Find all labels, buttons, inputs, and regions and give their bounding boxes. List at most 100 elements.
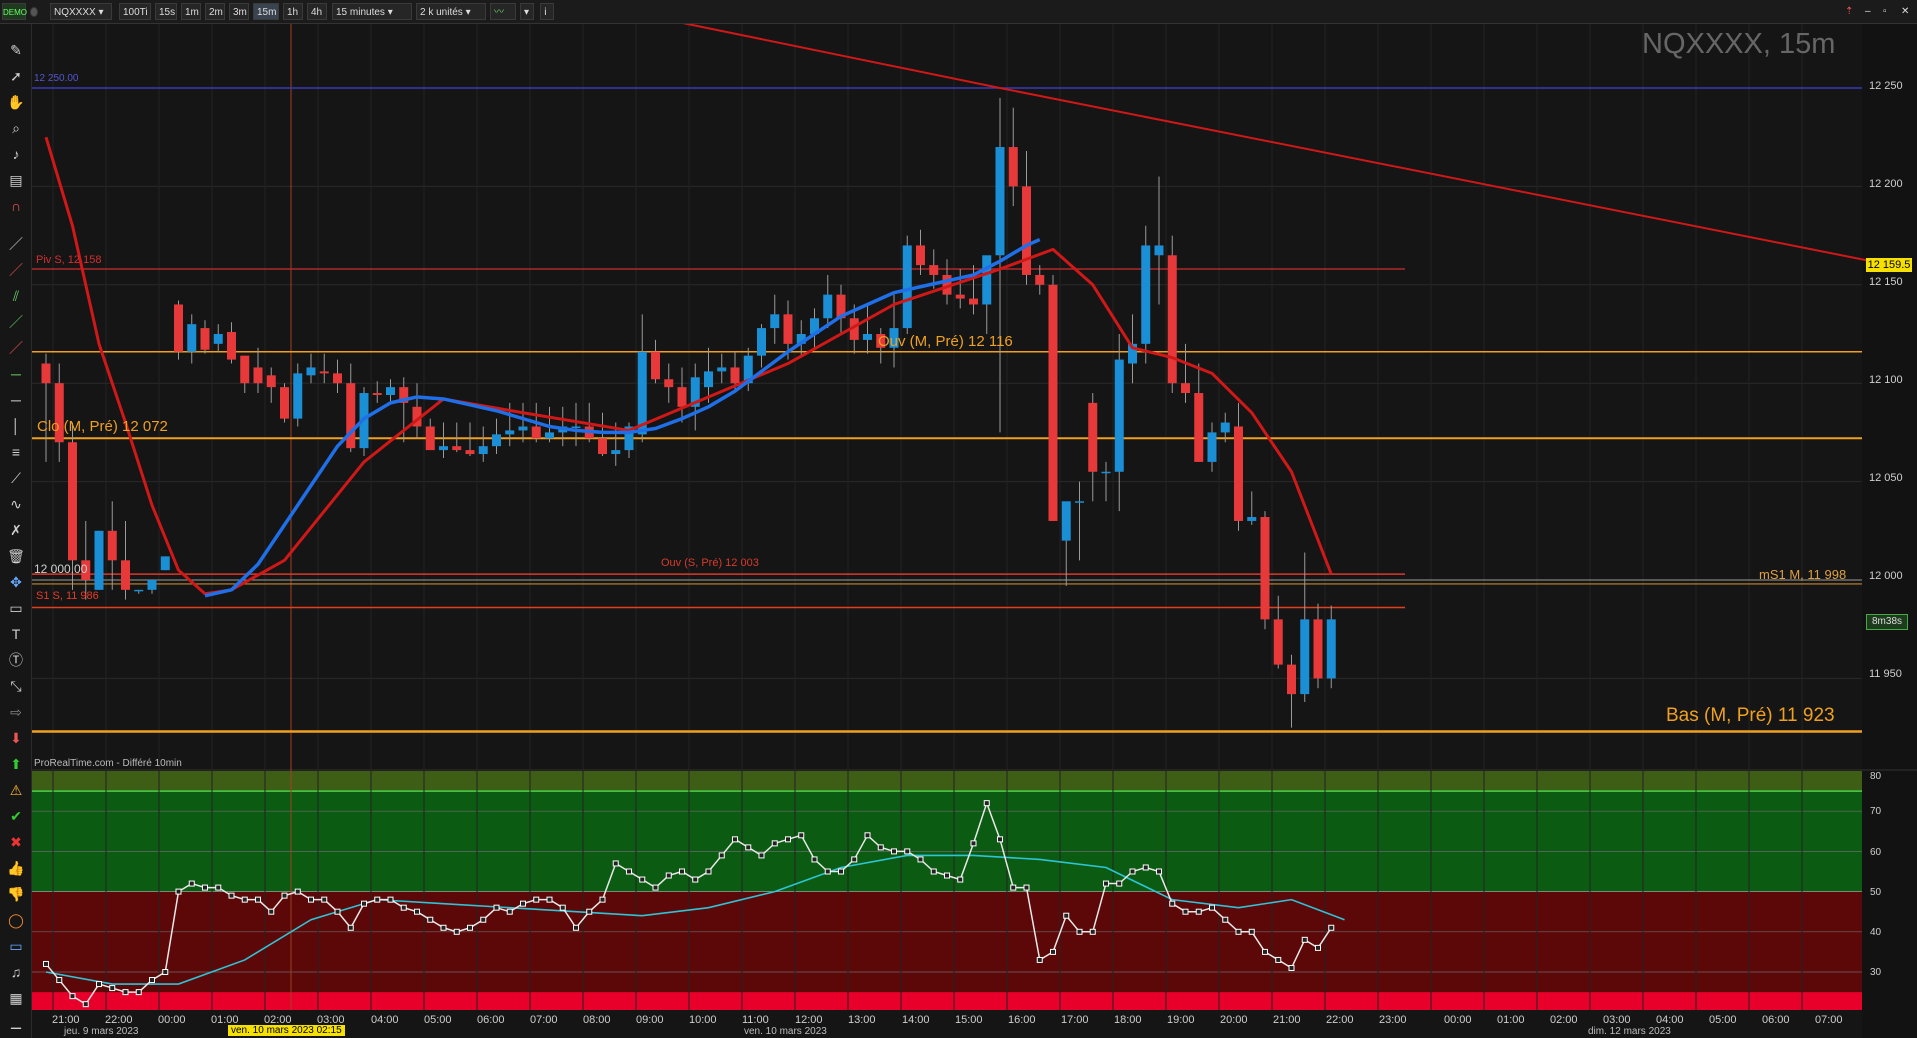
tf-3m[interactable]: 3m <box>229 3 249 20</box>
cross-icon[interactable]: ✖ <box>5 832 27 852</box>
text-icon[interactable]: T <box>5 624 27 644</box>
oscillator-point <box>1036 956 1043 963</box>
rectangle-blue-icon[interactable]: ▭ <box>5 936 27 956</box>
candle-body <box>823 294 833 319</box>
candle-body <box>439 446 448 451</box>
zoom-icon[interactable]: ⌕ <box>5 118 27 138</box>
chart-style-icon[interactable]: 〰 <box>490 3 516 20</box>
tf-1m[interactable]: 1m <box>181 3 201 20</box>
oscillator-point <box>334 908 341 915</box>
oscillator-point <box>626 868 632 875</box>
arrow-right-icon[interactable]: ⇨ <box>5 702 27 722</box>
fibonacci-icon[interactable]: ≡ <box>5 442 27 462</box>
trash-icon[interactable]: 🗑 <box>5 546 27 566</box>
bell-icon[interactable]: ♪ <box>5 144 27 164</box>
oscillator-point <box>1315 944 1321 951</box>
oscillator-point <box>1142 864 1149 871</box>
arrow-up-green-icon[interactable]: ⬆ <box>5 754 27 774</box>
minimize-icon[interactable]: – <box>1862 3 1876 20</box>
trendline-icon[interactable]: ／ <box>5 234 27 254</box>
text-circle-icon[interactable]: Ⓣ <box>5 650 27 670</box>
time-tick: 03:00 <box>1603 1014 1631 1026</box>
ray-icon[interactable]: ／ <box>5 338 27 358</box>
segment-icon[interactable]: ⟋ <box>5 468 27 488</box>
oscillator-point <box>414 908 420 915</box>
arrow-down-red-icon[interactable]: ⬇ <box>5 728 27 748</box>
candle-body <box>266 375 276 388</box>
brush-icon[interactable]: ⤡ <box>5 676 27 696</box>
close-icon[interactable]: ✕ <box>1898 3 1912 20</box>
checkmark-icon[interactable]: ✔ <box>5 806 27 826</box>
tick-button[interactable]: 100Ti <box>119 3 151 20</box>
candle-body <box>306 367 316 376</box>
chart-canvas[interactable] <box>0 0 1917 1038</box>
candle-body <box>187 324 197 352</box>
oscillator-point <box>1248 928 1255 935</box>
time-tick: 21:00 <box>1273 1014 1301 1026</box>
candle-body <box>452 446 462 451</box>
thumbs-down-icon[interactable]: 👎 <box>5 884 27 904</box>
info-icon[interactable]: ⅰ <box>540 3 554 20</box>
oscillator-point <box>559 904 566 911</box>
horizontal-line-green-icon[interactable]: ─ <box>5 364 27 384</box>
tools-icon[interactable]: ✗ <box>5 520 27 540</box>
warning-icon[interactable]: ⚠ <box>5 780 27 800</box>
oscillator-point <box>745 844 752 851</box>
sound-icon[interactable]: ♫ <box>5 962 27 982</box>
candle-body <box>41 363 51 384</box>
link-icon[interactable] <box>30 7 38 17</box>
oscillator-point <box>1301 936 1308 943</box>
ruler-icon[interactable]: ▤ <box>5 170 27 190</box>
candle-body <box>94 530 104 590</box>
chevron-down-icon[interactable]: ▾ <box>520 3 534 20</box>
vertical-line-icon[interactable]: │ <box>5 416 27 436</box>
oscillator-point <box>361 900 367 907</box>
oscillator-point <box>1103 880 1109 887</box>
hand-icon[interactable]: ✋ <box>5 92 27 112</box>
alert-icon[interactable]: ⇡ <box>1842 3 1856 20</box>
candle-body <box>1300 619 1310 695</box>
thumbs-up-icon[interactable]: 👍 <box>5 858 27 878</box>
oscillator-point <box>135 989 142 996</box>
oscillator-point <box>546 896 553 903</box>
units-label: 2 k unités <box>420 7 463 18</box>
oscillator-point <box>1116 880 1123 887</box>
candle-body <box>386 387 395 396</box>
candle-body <box>1326 619 1336 679</box>
oscillator-point <box>785 836 791 843</box>
oscillator-point <box>493 904 500 911</box>
cursor-icon[interactable]: ➚ <box>5 66 27 86</box>
tf-4h[interactable]: 4h <box>307 3 327 20</box>
maximize-icon[interactable]: ▫ <box>1880 3 1894 20</box>
interval-select[interactable]: 15 minutes ▾ <box>332 3 412 20</box>
tf-1h[interactable]: 1h <box>283 3 303 20</box>
image-icon[interactable]: ▦ <box>5 988 27 1008</box>
candle-body <box>425 426 435 451</box>
candle-body <box>505 430 515 435</box>
ellipse-icon[interactable]: ◯ <box>5 910 27 930</box>
axis-bg <box>1862 24 1917 1038</box>
source-label: ProRealTime.com - Différé 10min <box>34 758 182 769</box>
tf-15m[interactable]: 15m <box>253 3 279 20</box>
wave-icon[interactable]: ∿ <box>5 494 27 514</box>
candle-body <box>1287 664 1296 695</box>
units-select[interactable]: 2 k unités ▾ <box>416 3 486 20</box>
horizontal-line-icon[interactable]: ─ <box>5 390 27 410</box>
oscillator-point <box>56 977 63 984</box>
channel-icon[interactable]: ⫽ <box>5 286 27 306</box>
candle-body <box>955 294 965 299</box>
osc-tick: 40 <box>1870 927 1882 938</box>
pencil-icon[interactable]: ✎ <box>5 40 27 60</box>
trendline-green-icon[interactable]: ／ <box>5 312 27 332</box>
candle-body <box>1220 422 1230 433</box>
date-label: jeu. 9 mars 2023 <box>64 1026 139 1037</box>
rectangle-icon[interactable]: ▭ <box>5 598 27 618</box>
candle-body <box>704 371 713 388</box>
ruler-small-icon[interactable]: ⚊ <box>5 1014 27 1034</box>
tf-15s[interactable]: 15s <box>155 3 177 20</box>
magnet-icon[interactable]: ∩ <box>5 196 27 216</box>
tf-2m[interactable]: 2m <box>205 3 225 20</box>
symbol-select[interactable]: NQXXXX ▾ <box>50 3 112 20</box>
move-icon[interactable]: ✥ <box>5 572 27 592</box>
trendline-red-icon[interactable]: ／ <box>5 260 27 280</box>
